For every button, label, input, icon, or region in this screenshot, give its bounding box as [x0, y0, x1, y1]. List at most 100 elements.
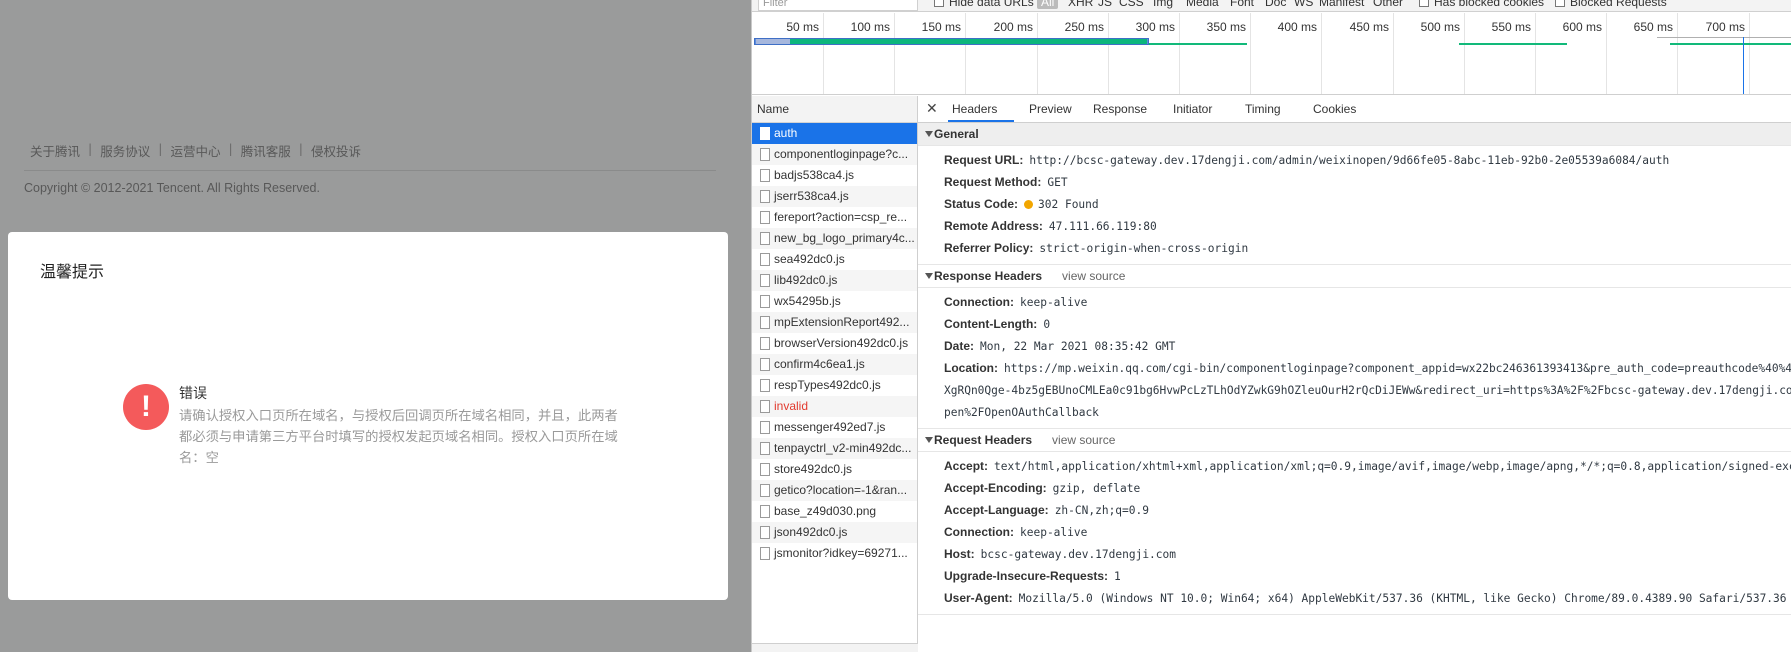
network-timeline-overview[interactable]: 50 ms 100 ms 150 ms 200 ms 250 ms 300 ms 350 m…	[752, 13, 1791, 95]
request-name: fereport?action=csp_re...	[774, 210, 908, 224]
header-row: Host: bcsc-gateway.dev.17dengji.com	[944, 547, 1176, 561]
section-general-header[interactable]: General	[918, 123, 1791, 146]
file-icon	[760, 337, 770, 350]
timeline-tick-label: 700 ms	[1705, 20, 1745, 34]
request-row[interactable]: lib492dc0.js	[752, 270, 917, 291]
filter-type-css[interactable]: CSS	[1119, 0, 1144, 9]
request-row[interactable]: mpExtensionReport492...	[752, 312, 917, 333]
request-row[interactable]: auth	[752, 123, 917, 144]
request-row[interactable]: messenger492ed7.js	[752, 417, 917, 438]
request-row[interactable]: fereport?action=csp_re...	[752, 207, 917, 228]
filter-type-xhr[interactable]: XHR	[1068, 0, 1093, 9]
view-source-link[interactable]: view source	[1052, 433, 1115, 447]
request-name: wx54295b.js	[774, 294, 841, 308]
request-row[interactable]: browserVersion492dc0.js	[752, 333, 917, 354]
webpage-area: 关于腾讯 | 服务协议 | 运营中心 | 腾讯客服 | 侵权投诉 Copyright ©…	[0, 0, 751, 652]
header-row: Upgrade-Insecure-Requests: 1	[944, 569, 1121, 583]
filter-type-ws[interactable]: WS	[1294, 0, 1313, 9]
file-icon	[760, 169, 770, 182]
filter-type-img[interactable]: Img	[1153, 0, 1173, 9]
request-name: componentloginpage?c...	[774, 147, 909, 161]
section-response-headers-header[interactable]: Response Headers view source	[918, 265, 1791, 288]
footer-links: 关于腾讯 | 服务协议 | 运营中心 | 腾讯客服 | 侵权投诉	[30, 141, 361, 160]
header-row: User-Agent: Mozilla/5.0 (Windows NT 10.0;…	[944, 591, 1787, 605]
header-row: Accept-Language: zh-CN,zh;q=0.9	[944, 503, 1149, 517]
section-response-headers: Connection: keep-alive Content-Length: 0 D…	[918, 288, 1791, 429]
footer-link-support[interactable]: 腾讯客服	[241, 141, 291, 160]
tab-headers[interactable]: Headers	[952, 102, 997, 116]
checkbox-icon	[1419, 0, 1429, 7]
file-icon	[760, 484, 770, 497]
tab-timing[interactable]: Timing	[1245, 102, 1281, 116]
request-row[interactable]: getico?location=-1&ran...	[752, 480, 917, 501]
file-icon	[760, 190, 770, 203]
request-row[interactable]: jsmonitor?idkey=69271...	[752, 543, 917, 564]
request-name: sea492dc0.js	[774, 252, 845, 266]
column-header-name[interactable]: Name	[752, 96, 917, 123]
request-row[interactable]: store492dc0.js	[752, 459, 917, 480]
timeline-cursor	[1743, 37, 1744, 94]
file-icon	[760, 358, 770, 371]
footer-link-terms[interactable]: 服务协议	[100, 141, 150, 160]
view-source-link[interactable]: view source	[1062, 269, 1125, 283]
request-row[interactable]: wx54295b.js	[752, 291, 917, 312]
dialog-title: 温馨提示	[40, 262, 105, 281]
status-code-row: Status Code: 302 Found	[944, 197, 1099, 211]
hide-data-urls-checkbox[interactable]: Hide data URLs	[934, 0, 1034, 9]
request-row[interactable]: confirm4c6ea1.js	[752, 354, 917, 375]
filter-type-manifest[interactable]: Manifest	[1319, 0, 1364, 9]
request-name: confirm4c6ea1.js	[774, 357, 865, 371]
timeline-segment	[1670, 43, 1791, 45]
request-row[interactable]: badjs538ca4.js	[752, 165, 917, 186]
request-name: getico?location=-1&ran...	[774, 483, 908, 497]
request-name: mpExtensionReport492...	[774, 315, 910, 329]
request-row[interactable]: jserr538ca4.js	[752, 186, 917, 207]
request-rows: auth componentloginpage?c... badjs538ca4.j…	[752, 123, 917, 564]
tab-preview[interactable]: Preview	[1029, 102, 1072, 116]
request-name: new_bg_logo_primary4c...	[774, 231, 915, 245]
filter-all-button[interactable]: All	[1037, 0, 1059, 9]
request-name: store492dc0.js	[774, 462, 853, 476]
file-icon	[760, 211, 770, 224]
filter-type-js[interactable]: JS	[1098, 0, 1112, 9]
footer-link-about[interactable]: 关于腾讯	[30, 141, 80, 160]
file-icon	[760, 316, 770, 329]
request-list: Name auth componentloginpage?c... badjs538…	[752, 96, 918, 652]
alert-dialog: 温馨提示 ! 错误 请确认授权入口页所在域名，与授权后回调页所在域名相同，并且，…	[8, 232, 728, 600]
request-row[interactable]: new_bg_logo_primary4c...	[752, 228, 917, 249]
request-name: tenpayctrl_v2-min492dc...	[774, 441, 912, 455]
request-row[interactable]: base_z49d030.png	[752, 501, 917, 522]
footer-link-ops[interactable]: 运营中心	[170, 141, 220, 160]
request-row[interactable]: componentloginpage?c...	[752, 144, 917, 165]
close-icon[interactable]: ✕	[926, 100, 938, 117]
file-icon	[760, 526, 770, 539]
filter-type-font[interactable]: Font	[1230, 0, 1254, 9]
timeline-tick-label: 600 ms	[1562, 20, 1602, 34]
filter-type-doc[interactable]: Doc	[1265, 0, 1286, 9]
file-icon	[760, 379, 770, 392]
request-url-row: Request URL: http://bcsc-gateway.dev.17de…	[944, 153, 1670, 167]
request-name: respTypes492dc0.js	[774, 378, 881, 392]
timeline-segment	[1459, 43, 1567, 45]
request-row[interactable]: respTypes492dc0.js	[752, 375, 917, 396]
request-row[interactable]: invalid	[752, 396, 917, 417]
tab-cookies[interactable]: Cookies	[1313, 102, 1356, 116]
error-message: 请确认授权入口页所在域名，与授权后回调页所在域名相同，并且，此两者都必须与申请第…	[179, 409, 618, 466]
filter-type-media[interactable]: Media	[1186, 0, 1219, 9]
footer-link-complaint[interactable]: 侵权投诉	[311, 141, 361, 160]
request-row[interactable]: json492dc0.js	[752, 522, 917, 543]
timeline-tick-label: 150 ms	[921, 20, 961, 34]
request-row[interactable]: sea492dc0.js	[752, 249, 917, 270]
filter-type-other[interactable]: Other	[1373, 0, 1403, 9]
blocked-requests-checkbox[interactable]: Blocked Requests	[1555, 0, 1667, 9]
header-row: Date: Mon, 22 Mar 2021 08:35:42 GMT	[944, 339, 1176, 353]
section-request-headers-header[interactable]: Request Headers view source	[918, 429, 1791, 452]
tab-initiator[interactable]: Initiator	[1173, 102, 1212, 116]
request-row[interactable]: tenpayctrl_v2-min492dc...	[752, 438, 917, 459]
file-icon	[760, 127, 770, 140]
has-blocked-cookies-checkbox[interactable]: Has blocked cookies	[1419, 0, 1544, 9]
header-row-continued: XgRQn0Qge-4bz5gEBUnoCMLEa0c91bg6HvwPcLzT…	[944, 384, 1791, 397]
tab-response[interactable]: Response	[1093, 102, 1147, 116]
filter-input[interactable]: Filter	[758, 0, 918, 11]
checkbox-icon	[1555, 0, 1565, 7]
